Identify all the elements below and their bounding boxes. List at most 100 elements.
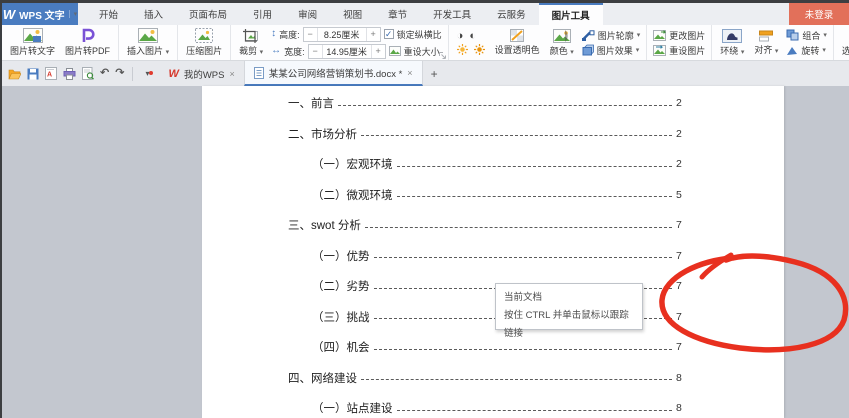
selection-pane-button[interactable]: 选择窗格 — [837, 28, 849, 58]
set-transparent-color-button[interactable]: 设置透明色 — [490, 28, 545, 57]
print-preview-icon[interactable] — [82, 67, 94, 80]
menu-tab-插入[interactable]: 插入 — [131, 3, 176, 25]
compress-picture-label: 压缩图片 — [186, 44, 222, 57]
toc-leader — [397, 166, 673, 167]
login-button[interactable]: 未登录 — [789, 3, 849, 25]
picture-outline-icon — [582, 30, 595, 41]
window-top-edge — [0, 0, 849, 3]
height-value[interactable]: 8.25厘米 — [317, 28, 367, 41]
color-label: 颜色 — [550, 46, 568, 56]
crop-icon — [243, 29, 260, 43]
toc-page-number: 7 — [676, 219, 686, 231]
align-button[interactable]: 对齐 ▾ — [749, 29, 783, 57]
chevron-down-icon: ▾ — [822, 46, 826, 54]
decrease-contrast-icon[interactable]: ◐ — [469, 31, 476, 42]
increase-brightness-icon[interactable] — [457, 44, 468, 55]
picture-effects-button[interactable]: 图片效果 ▾ — [579, 44, 644, 57]
wps-w-icon: W — [3, 7, 15, 22]
toc-page-number: 7 — [676, 280, 686, 292]
rotate-button[interactable]: 旋转 ▾ — [783, 44, 830, 57]
reset-size-button[interactable]: 重设大小 — [404, 45, 440, 58]
picture-outline-button[interactable]: 图片轮廓 ▾ — [579, 29, 644, 42]
toc-entry[interactable]: （一）宏观环境2 — [312, 149, 686, 180]
pic-to-pdf-button[interactable]: 图片转PDF — [60, 27, 115, 58]
align-icon — [759, 30, 773, 42]
toc-entry[interactable]: （二）微观环境5 — [312, 180, 686, 211]
toolbar-more-icon[interactable]: ▾ — [141, 69, 153, 78]
crop-button[interactable]: 裁剪 ▾ — [234, 28, 268, 58]
menu-tab-视图[interactable]: 视图 — [330, 3, 375, 25]
group-icon — [786, 29, 799, 41]
rotate-label: 旋转 — [801, 44, 819, 57]
width-plus-button[interactable]: + — [372, 46, 385, 56]
lock-aspect-checkbox[interactable]: ✓ — [384, 29, 394, 39]
toc-page-number: 7 — [676, 250, 686, 262]
height-stepper[interactable]: − 8.25厘米 + — [303, 27, 381, 42]
toc-title: 四、网络建设 — [288, 370, 357, 386]
toc-entry[interactable]: 一、前言2 — [288, 88, 686, 119]
export-pdf-icon[interactable]: A — [45, 67, 57, 80]
pic-to-pdf-label: 图片转PDF — [65, 44, 110, 57]
toc-leader — [361, 379, 672, 380]
size-group: 裁剪 ▾ ↕ 高度: − 8.25厘米 + ✓ 锁定纵横比 ↔ 宽度: − 14… — [231, 25, 449, 60]
toc-entry[interactable]: 三、swot 分析 7 — [288, 210, 686, 241]
width-value[interactable]: 14.95厘米 — [322, 45, 372, 58]
divider — [132, 67, 133, 81]
toc-entry[interactable]: 四、网络建设8 — [288, 363, 686, 394]
wps-logo-button[interactable]: W WPS 文字 ▾ — [2, 3, 78, 25]
color-button[interactable]: 颜色 ▾ — [545, 28, 579, 58]
menu-tab-引用[interactable]: 引用 — [240, 3, 285, 25]
toc-entry[interactable]: （一）优势7 — [312, 241, 686, 272]
close-icon[interactable]: × — [407, 68, 412, 78]
document-page[interactable]: 一、前言2二、市场分析2（一）宏观环境2（二）微观环境5三、swot 分析7（一… — [202, 86, 784, 418]
width-minus-button[interactable]: − — [309, 46, 322, 56]
height-plus-button[interactable]: + — [367, 29, 380, 39]
reset-picture-button[interactable]: 重设图片 — [650, 44, 708, 57]
height-icon: ↕ — [271, 29, 276, 39]
change-picture-button[interactable]: 更改图片 — [650, 29, 708, 42]
print-icon[interactable] — [63, 68, 76, 80]
menu-tab-图片工具[interactable]: 图片工具 — [539, 3, 603, 25]
increase-contrast-icon[interactable]: ◑ — [457, 31, 464, 42]
width-stepper[interactable]: − 14.95厘米 + — [308, 44, 386, 59]
group-label: 组合 — [802, 29, 820, 42]
new-tab-button[interactable]: + — [423, 61, 446, 86]
insert-picture-group: 插入图片 ▾ — [119, 25, 178, 60]
redo-icon[interactable]: ↷ — [115, 68, 124, 79]
close-icon[interactable]: × — [229, 69, 234, 79]
toc-title: 三、swot 分析 — [288, 217, 361, 233]
menu-tab-章节[interactable]: 章节 — [375, 3, 420, 25]
tooltip-line1: 当前文档 — [504, 289, 634, 307]
pic-to-text-button[interactable]: 图片转文字 — [5, 27, 60, 58]
toc-leader — [397, 196, 673, 197]
change-reset-group: 更改图片 重设图片 — [647, 25, 712, 60]
decrease-brightness-icon[interactable] — [474, 44, 485, 55]
tab-document[interactable]: 某某公司网络营销策划书.docx * × — [244, 61, 423, 86]
menu-tab-审阅[interactable]: 审阅 — [285, 3, 330, 25]
picture-outline-label: 图片轮廓 — [598, 29, 634, 42]
document-canvas[interactable]: 一、前言2二、市场分析2（一）宏观环境2（二）微观环境5三、swot 分析7（一… — [2, 86, 849, 418]
picture-text-icon — [23, 28, 43, 43]
chevron-down-icon: ▾ — [636, 46, 640, 54]
arrange-group: 环绕 ▾ 对齐 ▾ 组合 ▾ 旋转 ▾ — [712, 25, 834, 60]
insert-picture-button[interactable]: 插入图片 ▾ — [122, 27, 174, 58]
save-icon[interactable] — [27, 68, 39, 80]
toc-entry[interactable]: （一）站点建设8 — [312, 393, 686, 418]
wrap-text-button[interactable]: 环绕 ▾ — [715, 28, 749, 58]
menu-tab-开始[interactable]: 开始 — [86, 3, 131, 25]
menu-tab-页面布局[interactable]: 页面布局 — [176, 3, 240, 25]
toc-page-number: 7 — [676, 341, 686, 353]
dialog-launcher-icon[interactable] — [439, 52, 446, 59]
toc-page-number: 2 — [676, 158, 686, 170]
toc-entry[interactable]: 二、市场分析2 — [288, 119, 686, 150]
group-button[interactable]: 组合 ▾ — [783, 29, 830, 42]
tab-my-wps[interactable]: W 我的WPS × — [159, 61, 243, 86]
open-file-icon[interactable] — [8, 68, 21, 80]
menu-tab-云服务[interactable]: 云服务 — [484, 3, 539, 25]
height-minus-button[interactable]: − — [304, 29, 317, 39]
menu-tab-开发工具[interactable]: 开发工具 — [420, 3, 484, 25]
compress-picture-button[interactable]: 压缩图片 — [181, 27, 227, 58]
hyperlink-tooltip: 当前文档 按住 CTRL 并单击鼠标以跟踪链接 — [495, 283, 643, 330]
rotate-icon — [786, 45, 798, 56]
undo-icon[interactable]: ↶ — [100, 68, 109, 79]
